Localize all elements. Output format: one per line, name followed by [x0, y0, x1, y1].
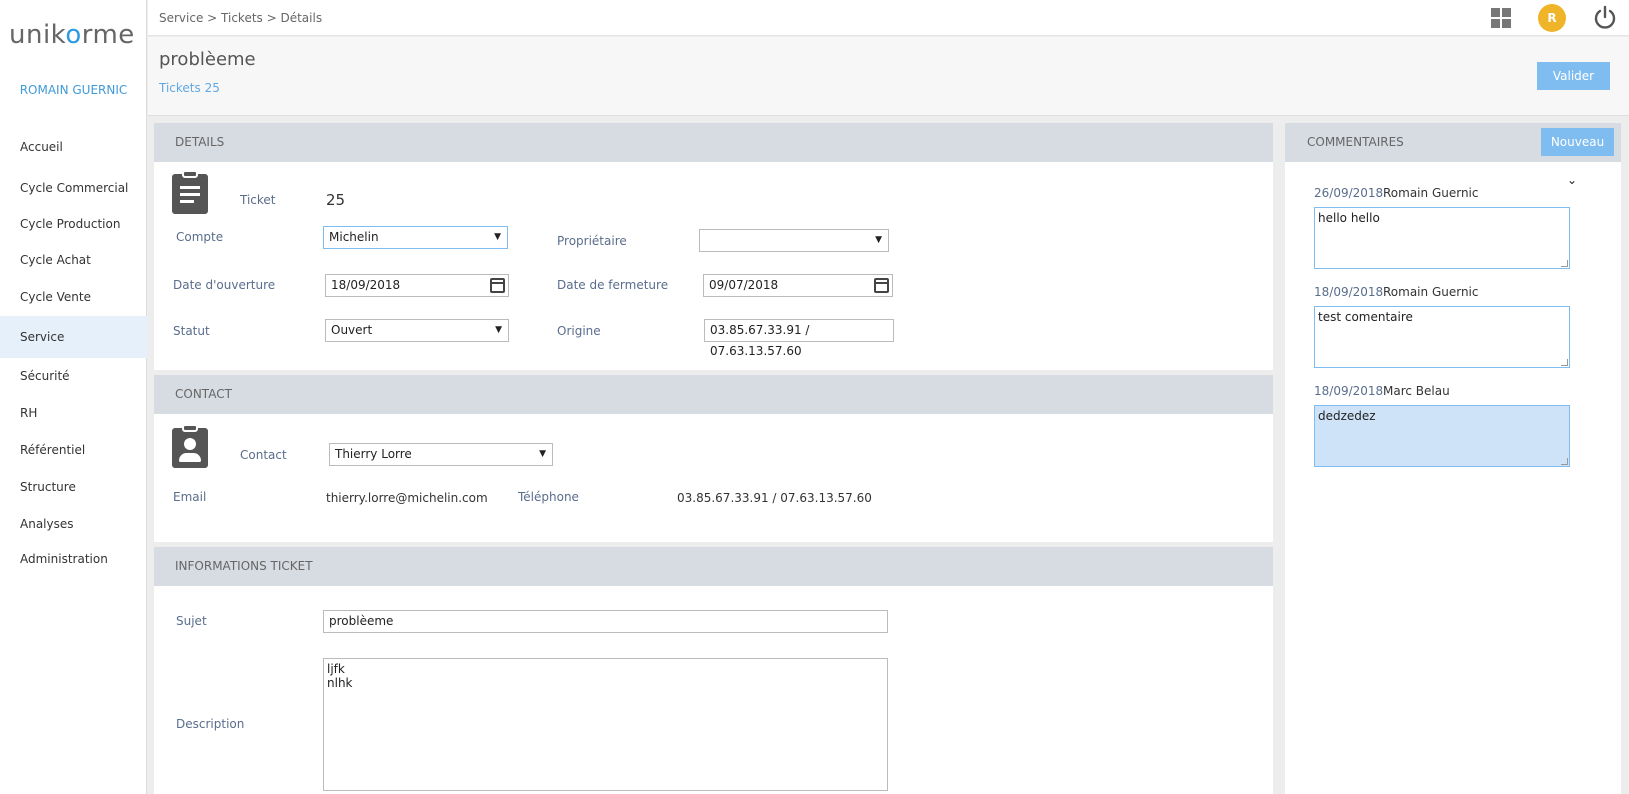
sidebar-item-referentiel[interactable]: Référentiel: [0, 432, 147, 469]
email-label: Email: [173, 490, 207, 504]
sidebar-item-administration[interactable]: Administration: [0, 543, 147, 575]
sidebar-item-cycle-production[interactable]: Cycle Production: [0, 207, 147, 242]
sidebar-item-structure[interactable]: Structure: [0, 469, 147, 506]
comment-date: 18/09/2018: [1314, 384, 1384, 398]
comment-author: Romain Guernic: [1383, 285, 1479, 299]
details-section: Ticket 25 Compte Michelin ▼ Propriétaire …: [154, 162, 1273, 370]
compte-label: Compte: [176, 230, 224, 244]
comment-author: Marc Belau: [1383, 384, 1450, 398]
ticket-label: Ticket: [240, 193, 276, 207]
date-fermeture-label: Date de fermeture: [557, 278, 669, 292]
sidebar-item-cycle-vente[interactable]: Cycle Vente: [0, 279, 147, 316]
user-name[interactable]: ROMAIN GUERNIC: [0, 83, 147, 97]
compte-select[interactable]: Michelin ▼: [323, 226, 508, 249]
origine-label: Origine: [557, 324, 601, 338]
telephone-label: Téléphone: [518, 490, 579, 504]
logo[interactable]: unikorme: [9, 20, 135, 50]
sidebar-nav: Accueil Cycle Commercial Cycle Productio…: [0, 133, 147, 575]
date-ouverture-label: Date d'ouverture: [173, 278, 276, 292]
comment-text[interactable]: dedzedez: [1314, 405, 1570, 467]
sidebar: unikorme ROMAIN GUERNIC Accueil Cycle Co…: [0, 0, 147, 794]
comment-date: 26/09/2018: [1314, 186, 1384, 200]
info-heading: INFORMATIONS TICKET: [154, 547, 1273, 586]
comment-text[interactable]: test comentaire: [1314, 306, 1570, 368]
info-section: Sujet problèeme Description ljfk nlhk: [154, 586, 1273, 794]
comment-text[interactable]: hello hello: [1314, 207, 1570, 269]
details-heading: DETAILS: [154, 123, 1273, 162]
page-title: problèeme: [159, 49, 256, 70]
date-fermeture-field[interactable]: 09/07/2018: [703, 274, 893, 297]
statut-select[interactable]: Ouvert ▼: [325, 319, 509, 342]
statut-label: Statut: [173, 324, 210, 338]
avatar[interactable]: R: [1538, 4, 1566, 32]
contact-label: Contact: [240, 448, 287, 462]
contact-heading: CONTACT: [154, 375, 1273, 414]
sidebar-item-cycle-achat[interactable]: Cycle Achat: [0, 242, 147, 279]
proprietaire-select[interactable]: ▼: [699, 229, 889, 252]
comment-date: 18/09/2018: [1314, 285, 1384, 299]
breadcrumb[interactable]: Service > Tickets > Détails: [159, 11, 322, 25]
sidebar-item-analyses[interactable]: Analyses: [0, 506, 147, 543]
description-label: Description: [176, 717, 245, 731]
sidebar-item-service[interactable]: Service: [0, 316, 147, 358]
telephone-value: 03.85.67.33.91 / 07.63.13.57.60: [677, 491, 872, 505]
power-icon[interactable]: [1591, 4, 1619, 32]
sujet-label: Sujet: [176, 614, 207, 628]
grid-icon[interactable]: [1491, 8, 1511, 28]
topbar: Service > Tickets > Détails R: [148, 0, 1629, 36]
description-textarea[interactable]: ljfk nlhk: [323, 658, 888, 791]
comments-panel: COMMENTAIRES Nouveau ⌄ 26/09/2018 Romain…: [1285, 123, 1621, 794]
contact-card-icon: [172, 424, 208, 468]
contact-select[interactable]: Thierry Lorre ▼: [329, 443, 553, 466]
main-content: DETAILS Ticket 25 Compte Michelin ▼ Propr…: [154, 123, 1273, 794]
clipboard-icon: [172, 170, 208, 214]
sujet-field[interactable]: problèeme: [323, 610, 888, 633]
page-header: problèeme Tickets 25 Valider: [148, 37, 1629, 116]
collapse-chevron-icon[interactable]: ⌄: [1567, 173, 1577, 187]
date-ouverture-field[interactable]: 18/09/2018: [325, 274, 509, 297]
calendar-icon[interactable]: [874, 278, 889, 293]
email-value: thierry.lorre@michelin.com: [326, 491, 488, 505]
sidebar-item-accueil[interactable]: Accueil: [0, 133, 147, 161]
validate-button[interactable]: Valider: [1537, 62, 1610, 90]
page-subtitle[interactable]: Tickets 25: [159, 81, 220, 95]
sidebar-item-securite[interactable]: Sécurité: [0, 358, 147, 395]
sidebar-item-cycle-commercial[interactable]: Cycle Commercial: [0, 170, 147, 207]
ticket-number: 25: [326, 191, 346, 209]
new-comment-button[interactable]: Nouveau: [1541, 128, 1614, 156]
proprietaire-label: Propriétaire: [557, 234, 627, 248]
calendar-icon[interactable]: [490, 278, 505, 293]
origine-field[interactable]: 03.85.67.33.91 / 07.63.13.57.60: [704, 319, 894, 358]
sidebar-item-rh[interactable]: RH: [0, 395, 147, 432]
contact-section: Contact Thierry Lorre ▼ Email thierry.lor…: [154, 414, 1273, 542]
comment-author: Romain Guernic: [1383, 186, 1479, 200]
